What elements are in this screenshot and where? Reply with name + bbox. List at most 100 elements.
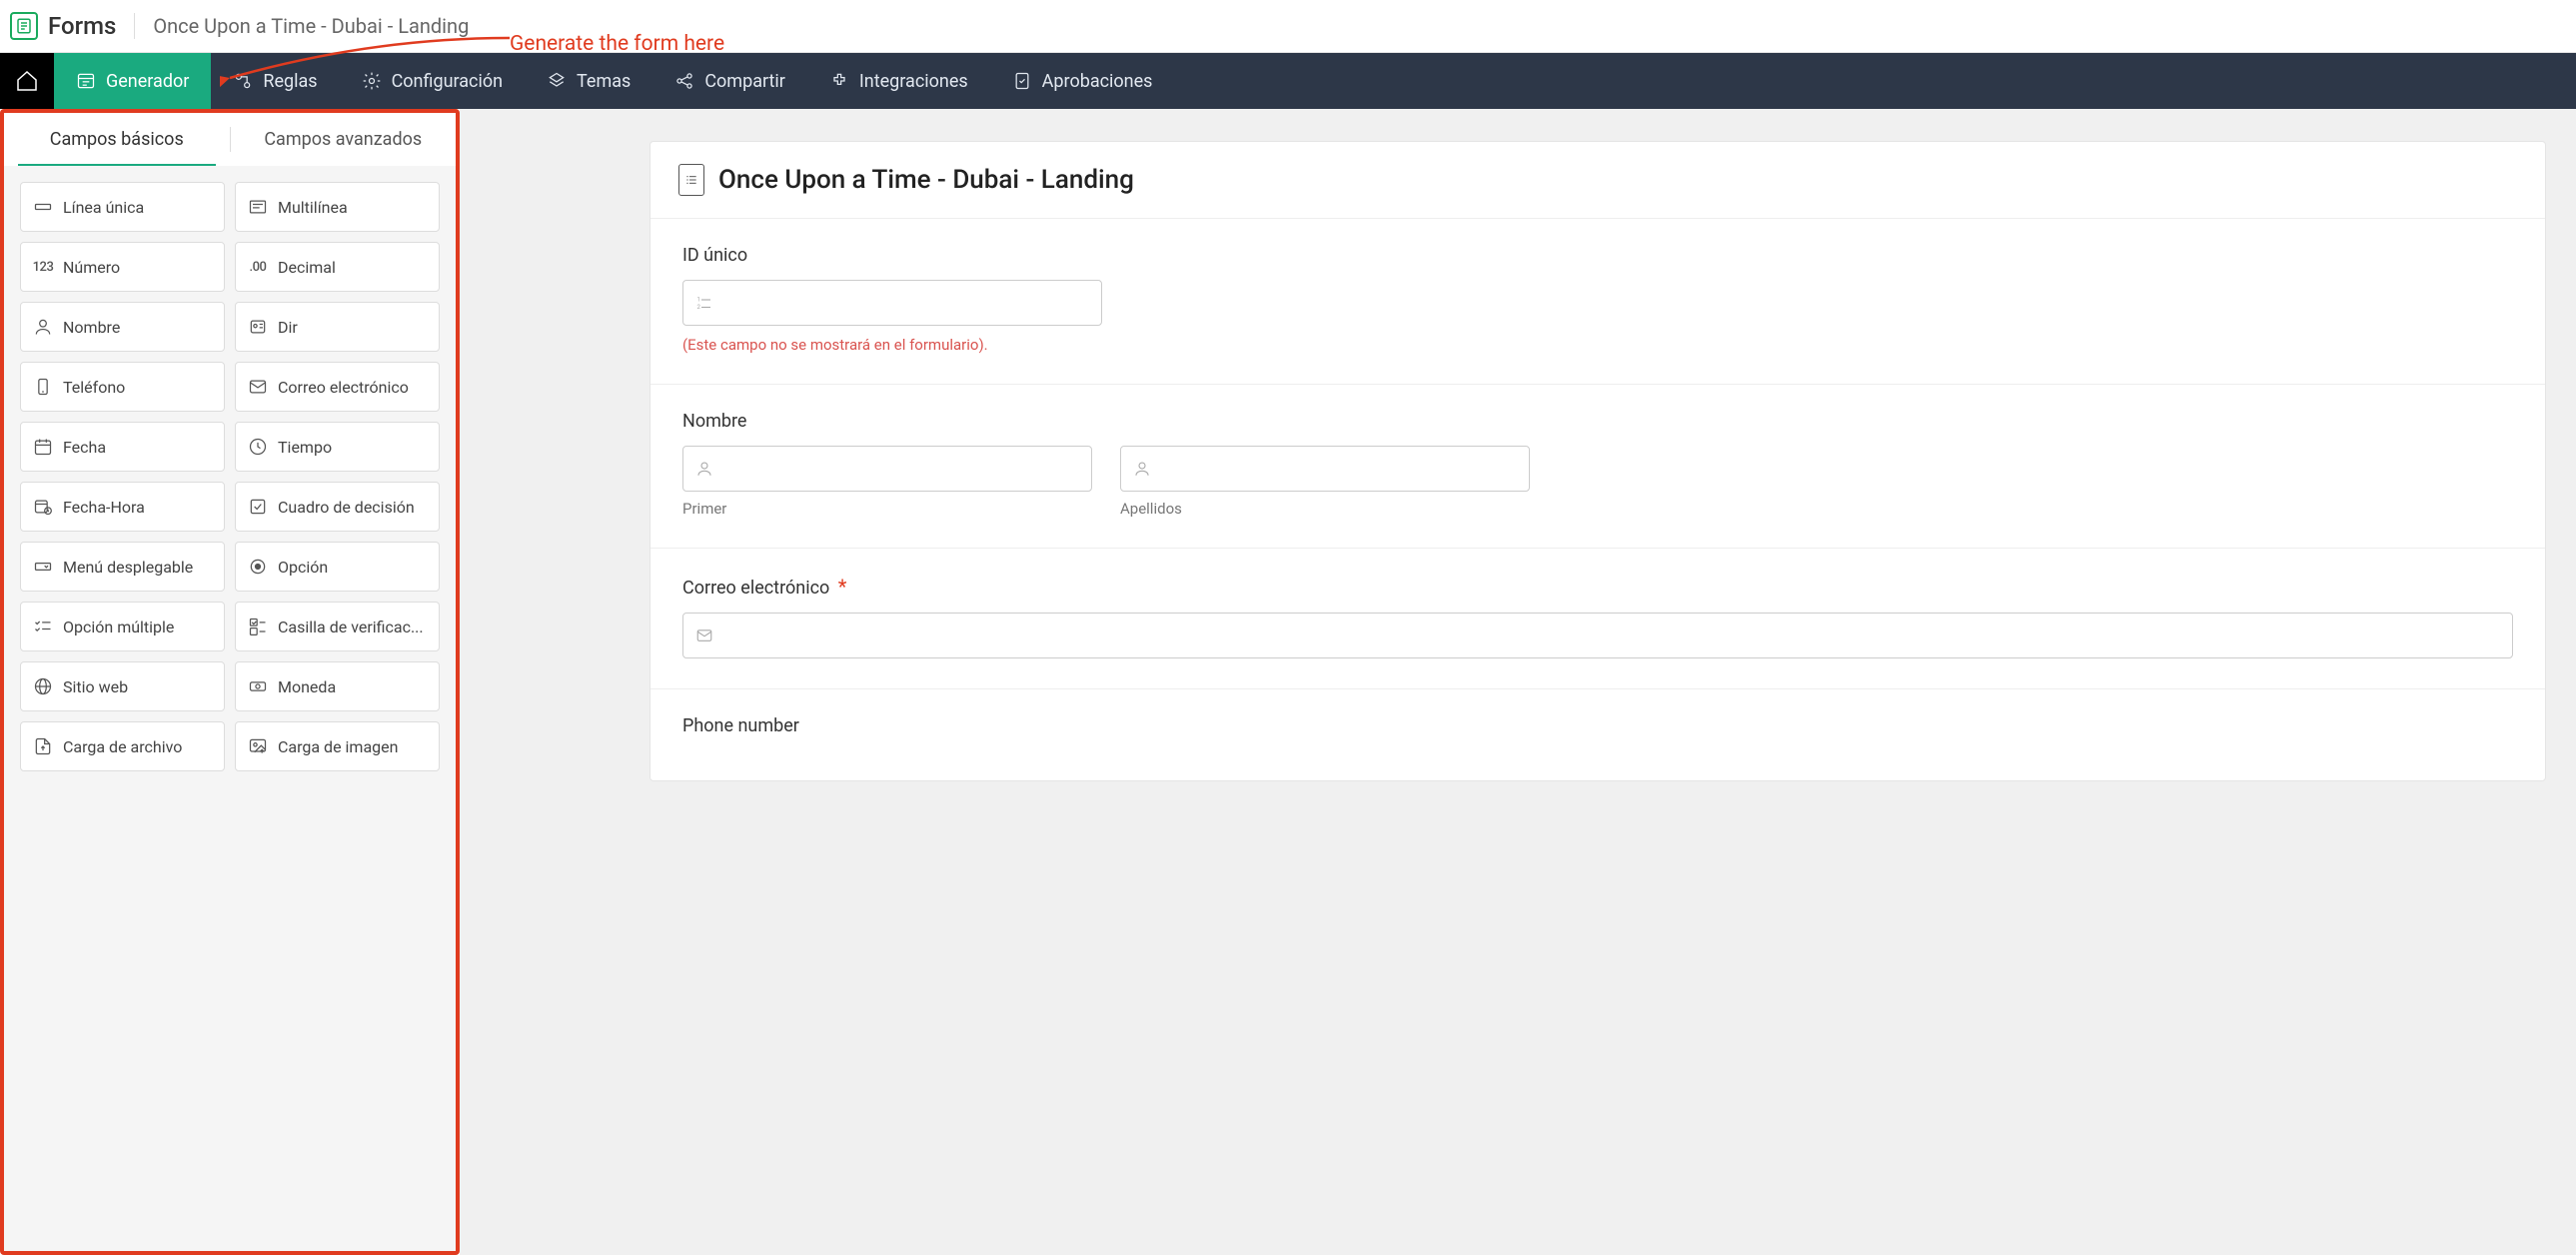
dropdown-icon <box>33 557 53 577</box>
field-item-label: Multilínea <box>278 198 348 217</box>
field-item-address[interactable]: Dir <box>235 302 440 352</box>
sidebar-tabs: Campos básicos Campos avanzados <box>4 113 456 166</box>
field-item-label: Carga de archivo <box>63 737 182 756</box>
field-item-label: Dir <box>278 318 298 337</box>
field-item-label: Moneda <box>278 677 336 696</box>
nav-compartir[interactable]: Compartir <box>652 53 807 109</box>
required-asterisk: * <box>838 575 847 599</box>
datetime-icon <box>33 497 53 517</box>
field-item-label: Cuadro de decisión <box>278 498 415 517</box>
person-icon <box>33 317 53 337</box>
field-item-label: Correo electrónico <box>278 378 409 397</box>
field-item-number-123[interactable]: 123Número <box>20 242 225 292</box>
currency-icon <box>248 676 268 696</box>
mail-icon <box>248 377 268 397</box>
nav-aprobaciones[interactable]: Aprobaciones <box>990 53 1175 109</box>
field-item-decimal[interactable]: .00Decimal <box>235 242 440 292</box>
tab-basic-fields[interactable]: Campos básicos <box>4 113 230 166</box>
last-sublabel: Apellidos <box>1120 500 1530 518</box>
multi-select-icon <box>33 617 53 636</box>
section-name[interactable]: Nombre Primer Apellidos <box>650 385 2545 549</box>
form-canvas: Once Upon a Time - Dubai - Landing ID ún… <box>460 109 2576 1255</box>
field-item-label: Fecha-Hora <box>63 498 145 517</box>
checkbox-icon <box>248 617 268 636</box>
mail-icon <box>695 627 713 644</box>
app-name: Forms <box>48 12 116 40</box>
date-icon <box>33 437 53 457</box>
field-item-date[interactable]: Fecha <box>20 422 225 472</box>
field-item-single-line[interactable]: Línea única <box>20 182 225 232</box>
field-item-web[interactable]: Sitio web <box>20 661 225 711</box>
topbar: Forms Once Upon a Time - Dubai - Landing <box>0 0 2576 53</box>
themes-icon <box>547 71 567 91</box>
nav-configuracion[interactable]: Configuración <box>340 53 525 109</box>
section-label: Correo electrónico * <box>682 575 2513 599</box>
field-item-label: Decimal <box>278 258 336 277</box>
settings-icon <box>362 71 382 91</box>
list-icon: 12 <box>695 294 713 312</box>
field-item-person[interactable]: Nombre <box>20 302 225 352</box>
single-line-icon <box>33 197 53 217</box>
first-name-input[interactable] <box>682 446 1092 492</box>
field-item-label: Casilla de verificac... <box>278 618 424 636</box>
person-icon <box>695 460 713 478</box>
field-item-currency[interactable]: Moneda <box>235 661 440 711</box>
image-upload-icon <box>248 736 268 756</box>
form-icon <box>678 164 704 196</box>
nav-integraciones[interactable]: Integraciones <box>807 53 990 109</box>
tab-advanced-fields[interactable]: Campos avanzados <box>231 113 457 166</box>
fields-sidebar: Campos básicos Campos avanzados Línea ún… <box>0 109 460 1255</box>
nav-label: Temas <box>577 71 631 92</box>
field-item-file-upload[interactable]: Carga de archivo <box>20 721 225 771</box>
field-item-dropdown[interactable]: Menú desplegable <box>20 542 225 592</box>
field-note: (Este campo no se mostrará en el formula… <box>682 336 2513 354</box>
nav-label: Aprobaciones <box>1042 71 1153 92</box>
integrations-icon <box>829 71 849 91</box>
navbar: Generador Reglas Configuración Temas Com… <box>0 53 2576 109</box>
clock-icon <box>248 437 268 457</box>
section-email[interactable]: Correo electrónico * <box>650 549 2545 689</box>
field-item-radio[interactable]: Opción <box>235 542 440 592</box>
app-logo: Forms <box>10 12 116 40</box>
section-label: ID único <box>682 245 2513 266</box>
section-unique-id[interactable]: ID único 12 (Este campo no se mostrará e… <box>650 219 2545 385</box>
svg-text:2: 2 <box>697 304 701 311</box>
content: Campos básicos Campos avanzados Línea ún… <box>0 109 2576 1255</box>
field-grid: Línea única Multilínea 123Número.00Decimal… <box>4 166 456 787</box>
field-item-decision[interactable]: Cuadro de decisión <box>235 482 440 532</box>
field-item-label: Número <box>63 258 120 277</box>
panel-title: Once Upon a Time - Dubai - Landing <box>718 165 1134 195</box>
field-item-multi-select[interactable]: Opción múltiple <box>20 602 225 651</box>
field-item-label: Carga de imagen <box>278 737 398 756</box>
field-item-label: Opción múltiple <box>63 618 174 636</box>
nav-label: Configuración <box>392 71 503 92</box>
field-item-label: Línea única <box>63 198 144 217</box>
field-item-clock[interactable]: Tiempo <box>235 422 440 472</box>
email-input[interactable] <box>682 613 2513 658</box>
field-item-label: Opción <box>278 558 328 577</box>
app-logo-icon <box>10 12 38 40</box>
nav-temas[interactable]: Temas <box>525 53 652 109</box>
nav-reglas[interactable]: Reglas <box>211 53 339 109</box>
field-item-label: Teléfono <box>63 378 125 397</box>
field-item-image-upload[interactable]: Carga de imagen <box>235 721 440 771</box>
breadcrumb-form-title: Once Upon a Time - Dubai - Landing <box>153 14 469 38</box>
unique-id-input[interactable]: 12 <box>682 280 1102 326</box>
section-phone[interactable]: Phone number <box>650 689 2545 780</box>
nav-label: Compartir <box>704 71 785 92</box>
builder-icon <box>76 71 96 91</box>
field-item-mail[interactable]: Correo electrónico <box>235 362 440 412</box>
field-item-label: Tiempo <box>278 438 332 457</box>
field-item-datetime[interactable]: Fecha-Hora <box>20 482 225 532</box>
nav-home-button[interactable] <box>0 53 54 109</box>
last-name-input[interactable] <box>1120 446 1530 492</box>
section-label: Phone number <box>682 715 2513 736</box>
field-item-checkbox[interactable]: Casilla de verificac... <box>235 602 440 651</box>
address-icon <box>248 317 268 337</box>
field-item-multi-line[interactable]: Multilínea <box>235 182 440 232</box>
nav-generador[interactable]: Generador <box>54 53 211 109</box>
field-item-label: Fecha <box>63 438 106 457</box>
nav-label: Integraciones <box>859 71 968 92</box>
section-label: Nombre <box>682 411 2513 432</box>
field-item-phone[interactable]: Teléfono <box>20 362 225 412</box>
